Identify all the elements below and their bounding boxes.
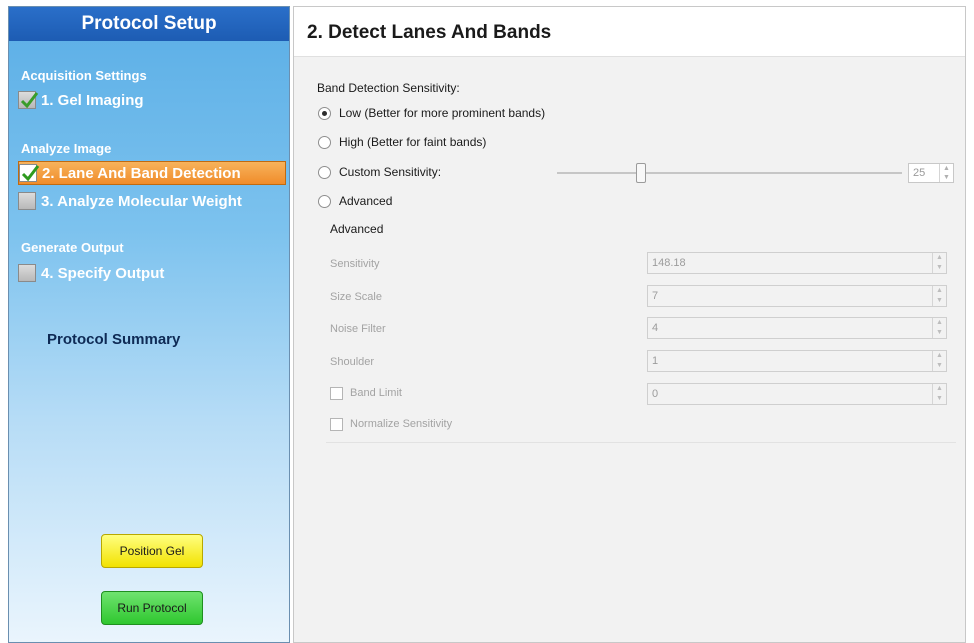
- step-analyze-molecular-weight[interactable]: 3. Analyze Molecular Weight: [18, 189, 242, 213]
- custom-sensitivity-slider-thumb[interactable]: [636, 163, 646, 183]
- step-label: 1. Gel Imaging: [41, 91, 144, 109]
- custom-sensitivity-slider-track[interactable]: [557, 172, 902, 174]
- radio-icon: [318, 194, 331, 208]
- protocol-summary-link[interactable]: Protocol Summary: [47, 331, 180, 348]
- checkbox-unchecked-icon: [18, 192, 36, 210]
- field-label-band-limit: Band Limit: [350, 387, 402, 399]
- page-title: 2. Detect Lanes And Bands: [307, 22, 552, 43]
- radio-icon: [318, 135, 331, 149]
- field-label-size-scale: Size Scale: [330, 291, 382, 303]
- normalize-sensitivity-label: Normalize Sensitivity: [350, 418, 453, 430]
- field-value: 0: [652, 388, 659, 400]
- panel-header: 2. Detect Lanes And Bands: [294, 7, 965, 57]
- radio-selected-icon: [318, 106, 331, 120]
- field-label-sensitivity: Sensitivity: [330, 258, 380, 270]
- sidebar-title: Protocol Setup: [9, 7, 289, 41]
- group-analyze-image: Analyze Image: [21, 141, 112, 156]
- field-value: 7: [652, 290, 659, 302]
- field-value: 148.18: [652, 257, 686, 269]
- protocol-sidebar: Protocol Setup Acquisition Settings 1. G…: [8, 6, 290, 643]
- radio-high[interactable]: High (Better for faint bands): [318, 132, 486, 152]
- advanced-section-title: Advanced: [330, 222, 384, 236]
- radio-advanced[interactable]: Advanced: [318, 191, 392, 211]
- radio-icon: [318, 165, 331, 179]
- spin-arrows-icon[interactable]: ▲ ▼: [932, 253, 946, 273]
- spin-arrows-icon[interactable]: ▲ ▼: [932, 351, 946, 371]
- step-label: 2. Lane And Band Detection: [42, 164, 241, 182]
- radio-label: Custom Sensitivity:: [339, 165, 442, 179]
- sensitivity-input[interactable]: 148.18 ▲ ▼: [647, 252, 947, 274]
- spin-arrows-icon[interactable]: ▲ ▼: [939, 164, 953, 182]
- field-value: 4: [652, 322, 659, 334]
- spin-arrows-icon[interactable]: ▲ ▼: [932, 384, 946, 404]
- section-divider: [326, 442, 956, 443]
- step-label: 4. Specify Output: [41, 264, 165, 282]
- shoulder-input[interactable]: 1 ▲ ▼: [647, 350, 947, 372]
- checkbox-unchecked-icon: [18, 264, 36, 282]
- check-icon: [19, 164, 40, 182]
- step-gel-imaging[interactable]: 1. Gel Imaging: [18, 88, 144, 112]
- radio-custom[interactable]: Custom Sensitivity:: [318, 162, 441, 182]
- radio-label: High (Better for faint bands): [339, 135, 487, 149]
- radio-label: Low (Better for more prominent bands): [339, 106, 546, 120]
- detect-lanes-panel: 2. Detect Lanes And Bands Band Detection…: [293, 6, 966, 643]
- radio-low[interactable]: Low (Better for more prominent bands): [318, 103, 545, 123]
- radio-label: Advanced: [339, 194, 393, 208]
- check-icon: [18, 91, 39, 109]
- field-label-noise-filter: Noise Filter: [330, 323, 386, 335]
- spin-arrows-icon[interactable]: ▲ ▼: [932, 286, 946, 306]
- custom-sensitivity-spinbox[interactable]: 25 ▲ ▼: [908, 163, 954, 183]
- spinbox-value: 25: [913, 167, 926, 179]
- normalize-sensitivity-checkbox[interactable]: [330, 418, 343, 431]
- noise-filter-input[interactable]: 4 ▲ ▼: [647, 317, 947, 339]
- sensitivity-label: Band Detection Sensitivity:: [317, 81, 460, 95]
- position-gel-button[interactable]: Position Gel: [101, 534, 203, 568]
- run-protocol-button[interactable]: Run Protocol: [101, 591, 203, 625]
- group-acquisition-settings: Acquisition Settings: [21, 68, 147, 83]
- group-generate-output: Generate Output: [21, 240, 124, 255]
- band-limit-checkbox[interactable]: [330, 387, 343, 400]
- band-limit-input[interactable]: 0 ▲ ▼: [647, 383, 947, 405]
- field-label-shoulder: Shoulder: [330, 356, 375, 368]
- step-lane-band-detection[interactable]: 2. Lane And Band Detection: [18, 161, 286, 185]
- size-scale-input[interactable]: 7 ▲ ▼: [647, 285, 947, 307]
- step-specify-output[interactable]: 4. Specify Output: [18, 261, 164, 285]
- spin-arrows-icon[interactable]: ▲ ▼: [932, 318, 946, 338]
- field-value: 1: [652, 355, 659, 367]
- step-label: 3. Analyze Molecular Weight: [41, 192, 242, 210]
